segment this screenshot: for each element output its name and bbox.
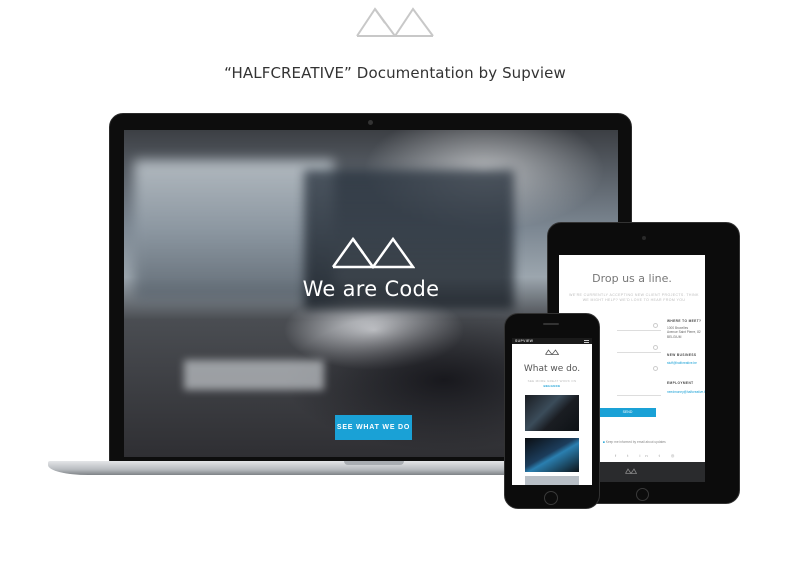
tablet-camera xyxy=(642,236,646,240)
portfolio-image[interactable] xyxy=(525,476,579,485)
mountains-logo-icon xyxy=(545,349,559,355)
contact-subtitle: WE'RE CURRENTLY ACCEPTING NEW CLIENT PRO… xyxy=(569,293,699,302)
address-line: Avenue Saint Pierre, 82 xyxy=(667,330,701,335)
laptop-notch xyxy=(344,461,404,465)
address-line: BELGIUM xyxy=(667,334,682,339)
hero-title: We are Code xyxy=(302,277,440,301)
checkbox-icon: ■ xyxy=(603,440,605,444)
new-business: NEW BUSINESS stuff@halfcreative.be xyxy=(667,353,703,365)
email-field[interactable] xyxy=(617,352,661,353)
phone-home-button xyxy=(544,491,558,505)
field-status-icon xyxy=(653,345,658,350)
contact-title: Drop us a line. xyxy=(592,272,672,285)
where-to-meet: WHERE TO MEET? 1000 Bruxelles Avenue Sai… xyxy=(667,319,703,339)
hamburger-menu-icon[interactable] xyxy=(584,339,589,343)
phone-navbar: SUPVIEW xyxy=(512,338,592,344)
newsletter-checkbox[interactable]: ■ Keep me informed by email about update… xyxy=(603,440,666,444)
phone-speaker xyxy=(543,323,559,325)
phone-title: What we do. xyxy=(523,364,581,374)
mountains-logo-icon xyxy=(625,468,637,474)
field-status-icon xyxy=(653,366,658,371)
phone-brand[interactable]: SUPVIEW xyxy=(515,339,533,343)
where-heading: WHERE TO MEET? xyxy=(667,319,702,323)
tablet-home-button xyxy=(636,488,649,501)
mountains-logo-icon xyxy=(331,236,415,269)
background-keyboard xyxy=(184,360,324,390)
behance-link[interactable]: BEHANCE xyxy=(512,384,592,388)
message-field[interactable] xyxy=(617,395,661,396)
field-status-icon xyxy=(653,323,658,328)
mountains-logo-icon xyxy=(356,7,434,37)
social-icons[interactable]: f t in t ◎ xyxy=(615,453,679,458)
portfolio-image[interactable] xyxy=(525,395,579,431)
employment-email-link[interactable]: needmoney@halfcreative.be xyxy=(667,390,705,394)
newsletter-label: Keep me informed by email about updates xyxy=(605,440,666,444)
employment: EMPLOYMENT needmoney@halfcreative.be xyxy=(667,381,705,394)
phone-subtitle: SEE MORE GREAT WORK ON xyxy=(527,379,577,383)
new-business-email-link[interactable]: stuff@halfcreative.be xyxy=(667,361,703,365)
documentation-title: “HALFCREATIVE” Documentation by Supview xyxy=(224,64,566,82)
see-what-we-do-button[interactable]: SEE WHAT WE DO xyxy=(335,415,412,440)
laptop-camera xyxy=(368,120,373,125)
send-button[interactable]: SEND xyxy=(599,408,656,417)
portfolio-image[interactable] xyxy=(525,438,579,472)
phone-screen: SUPVIEW What we do. SEE MORE GREAT WORK … xyxy=(512,338,592,485)
name-field[interactable] xyxy=(617,330,661,331)
